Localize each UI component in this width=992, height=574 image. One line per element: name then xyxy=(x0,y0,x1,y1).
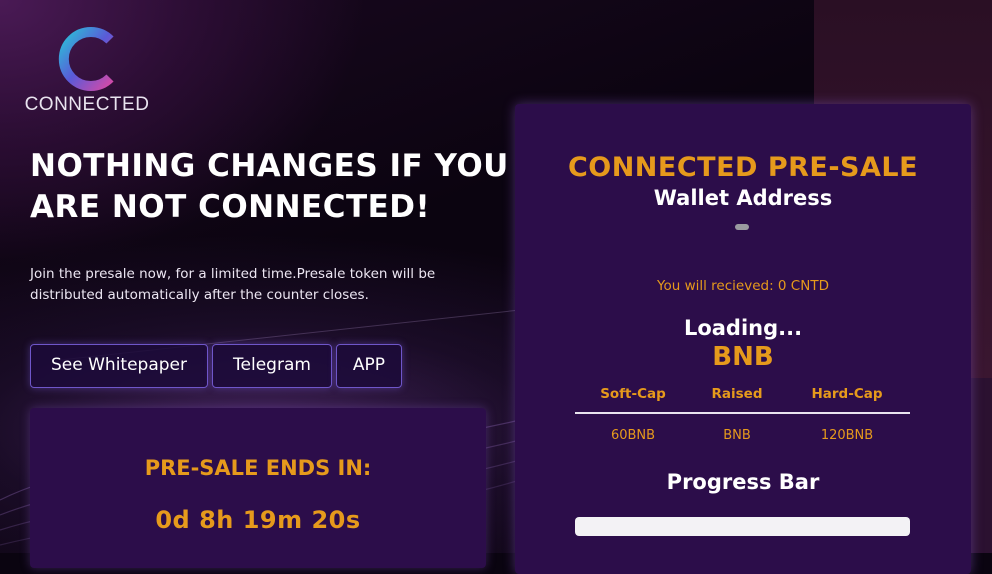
wallet-address-label: Wallet Address xyxy=(653,186,833,210)
hard-cap-value: 120BNB xyxy=(820,428,874,443)
countdown-title: PRE-SALE ENDS IN: xyxy=(144,456,372,480)
see-whitepaper-button[interactable]: See Whitepaper xyxy=(30,344,208,388)
telegram-button[interactable]: Telegram xyxy=(212,344,332,388)
hero-intro-text: Join the presale now, for a limited time… xyxy=(30,266,436,303)
cap-table: Soft-Cap Raised Hard-Cap 60BNB BNB 120BN… xyxy=(575,384,910,448)
app-button[interactable]: APP xyxy=(336,344,402,388)
soft-cap-value: 60BNB xyxy=(610,428,656,443)
cap-table-values: 60BNB BNB 120BNB xyxy=(575,422,910,448)
cap-table-divider xyxy=(575,412,910,414)
loading-status: Loading... xyxy=(683,316,803,340)
connected-c-logo-icon xyxy=(58,27,114,91)
cap-table-header: Soft-Cap Raised Hard-Cap xyxy=(575,384,910,410)
currency-label: BNB xyxy=(712,342,774,372)
wallet-address-value xyxy=(735,224,749,230)
connected-logo[interactable]: CONNECTED xyxy=(22,26,152,118)
logo-text: CONNECTED xyxy=(24,94,150,115)
raised-value: BNB xyxy=(723,428,751,443)
background-panel-right-lower xyxy=(970,378,992,553)
progress-bar xyxy=(575,517,910,536)
raised-header: Raised xyxy=(711,386,763,402)
hero-headline: NOTHING CHANGES IF YOU ARE NOT CONNECTED… xyxy=(30,148,509,225)
countdown-timer: 0d 8h 19m 20s xyxy=(155,506,361,534)
countdown-card: PRE-SALE ENDS IN: 0d 8h 19m 20s xyxy=(30,408,486,568)
presale-title: CONNECTED PRE-SALE xyxy=(567,152,919,183)
receive-amount-text: You will recieved: 0 CNTD xyxy=(657,278,829,294)
progress-bar-label: Progress Bar xyxy=(666,470,820,494)
hard-cap-header: Hard-Cap xyxy=(811,386,883,402)
presale-card: CONNECTED PRE-SALE Wallet Address You wi… xyxy=(515,104,971,574)
soft-cap-header: Soft-Cap xyxy=(600,386,666,402)
